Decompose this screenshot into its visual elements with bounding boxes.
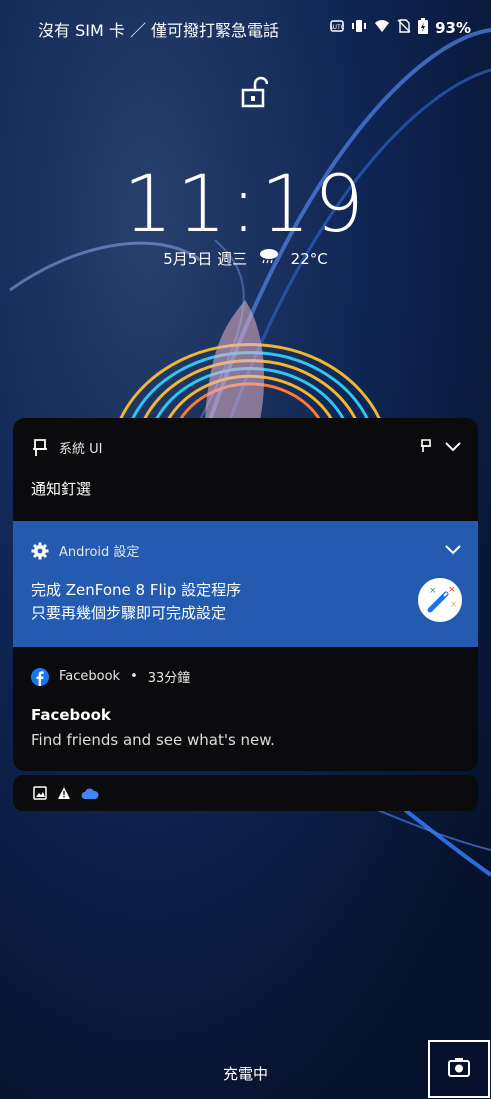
silent-notification-icons (33, 785, 99, 804)
status-icons: AUTO 93% (329, 18, 471, 38)
notification-title: 完成 ZenFone 8 Flip 設定程序 (31, 581, 242, 599)
chevron-down-icon[interactable] (444, 438, 462, 457)
app-name: Facebook (59, 669, 121, 684)
gear-icon (31, 542, 49, 560)
status-bar: 沒有 SIM 卡 ／ 僅可撥打緊急電話 AUTO 93% (0, 0, 491, 52)
lockscreen-clock: 11:19 (123, 160, 368, 250)
camera-icon (447, 1057, 471, 1081)
battery-charging-icon (418, 18, 429, 38)
warning-icon (57, 785, 71, 804)
app-name: Android 設定 (59, 545, 140, 560)
date-weather: 5月5日 週三 22°C (0, 248, 491, 269)
chevron-down-icon[interactable] (444, 541, 462, 560)
unlock-icon[interactable] (238, 76, 269, 108)
notification-text: 只要再幾個步驟即可完成設定 (31, 604, 227, 622)
notification-title: 通知釘選 (31, 480, 92, 498)
carrier-text: 沒有 SIM 卡 ／ 僅可撥打緊急電話 (38, 21, 280, 40)
cloud-rain-icon (258, 248, 280, 268)
facebook-icon (31, 667, 49, 686)
svg-text:×: × (448, 585, 456, 595)
notification-text: Find friends and see what's new. (31, 731, 275, 749)
wifi-icon (374, 19, 390, 37)
no-sim-icon (397, 19, 411, 37)
notification-header: Facebook • 33分鐘 (31, 667, 190, 686)
notification-android-settings[interactable]: Android 設定 完成 ZenFone 8 Flip 設定程序 只要再幾個步… (13, 521, 478, 647)
silent-notifications-row[interactable] (13, 775, 478, 811)
notification-actions (444, 541, 462, 560)
notification-time: 33分鐘 (147, 671, 191, 686)
charging-status: 充電中 (222, 1065, 268, 1083)
cloud-icon (81, 785, 99, 804)
pin-icon (31, 438, 49, 457)
pin-icon[interactable] (420, 438, 432, 457)
notification-system-ui[interactable]: 系統 UI 通知釘選 (13, 418, 478, 521)
network-info-icon: AUTO (329, 19, 346, 37)
notification-actions (420, 438, 462, 457)
app-name: 系統 UI (59, 442, 103, 457)
svg-text:AUTO: AUTO (330, 24, 344, 31)
notification-facebook[interactable]: Facebook • 33分鐘 Facebook Find friends an… (13, 647, 478, 771)
camera-shortcut-button[interactable] (428, 1040, 490, 1098)
notification-title: Facebook (31, 706, 111, 724)
notification-header: Android 設定 (31, 541, 139, 560)
image-icon (33, 785, 47, 804)
battery-percent: 93% (435, 19, 471, 37)
setup-wand-icon: × × × (418, 578, 462, 622)
vibrate-icon (351, 19, 367, 37)
separator-dot: • (130, 669, 138, 684)
svg-text:×: × (450, 600, 458, 610)
date-text: 5月5日 週三 (163, 250, 248, 268)
temperature-text: 22°C (290, 250, 328, 268)
notification-header: 系統 UI (31, 438, 102, 457)
svg-text:×: × (429, 586, 437, 596)
